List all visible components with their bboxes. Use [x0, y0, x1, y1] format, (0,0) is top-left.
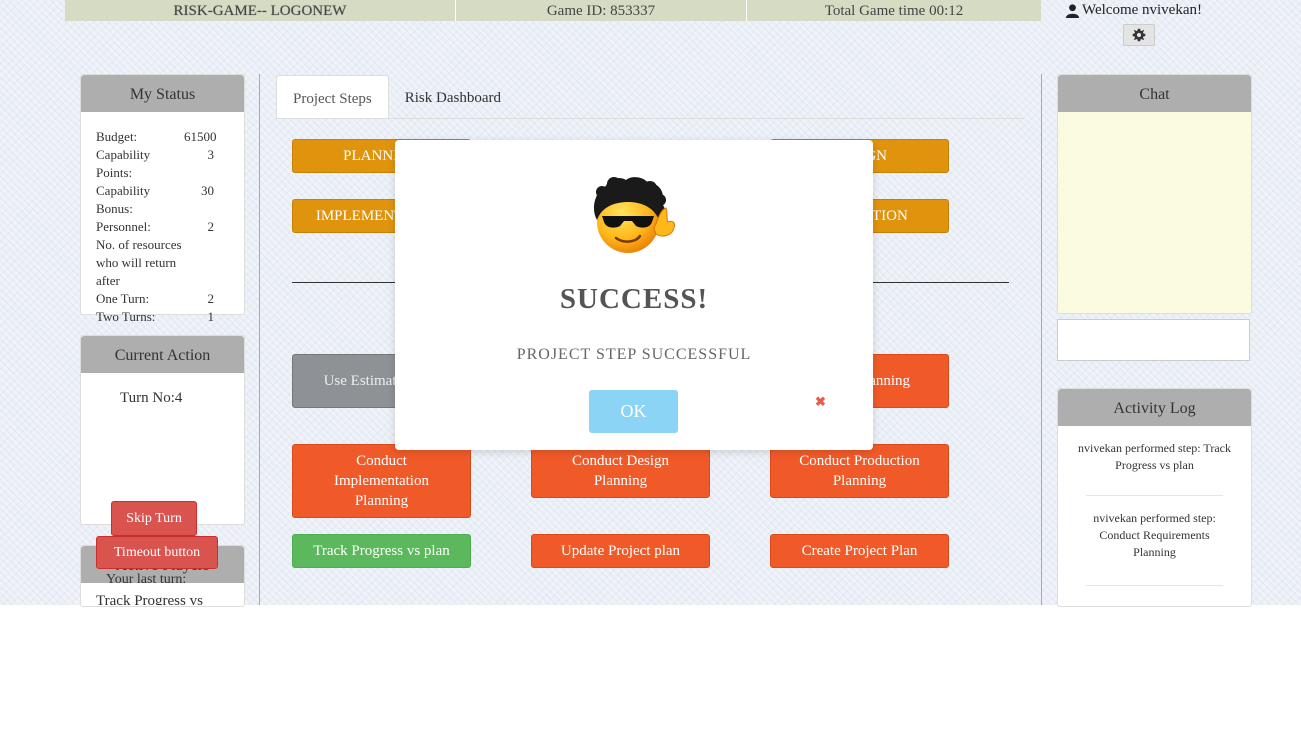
status-row-two-turns: Two Turns: 1: [96, 309, 214, 324]
tab-project-steps[interactable]: Project Steps: [276, 75, 389, 119]
settings-button[interactable]: [1123, 24, 1155, 46]
modal-message: PROJECT STEP SUCCESSFUL: [516, 346, 752, 363]
chat-messages-area: [1058, 112, 1251, 313]
activity-log-item: nvivekan performed step: Conduct Require…: [1093, 511, 1216, 559]
conduct-implementation-planning-button[interactable]: Conduct Implementation Planning: [292, 444, 471, 518]
turn-number: Turn No:4: [120, 390, 183, 406]
update-project-plan-button[interactable]: Update Project plan: [531, 534, 710, 568]
activity-log-separator: [1086, 585, 1223, 586]
cool-emoji-icon: [593, 177, 675, 253]
gear-icon: [1132, 28, 1146, 42]
status-row-personnel: Personnel: 2: [96, 219, 214, 234]
conduct-production-planning-button[interactable]: Conduct Production Planning: [770, 444, 949, 498]
activity-log-title: Activity Log: [1058, 389, 1251, 426]
tab-risk-dashboard[interactable]: Risk Dashboard: [389, 75, 517, 119]
status-row-budget: Budget: 61500: [96, 129, 217, 144]
close-icon[interactable]: ✖: [815, 394, 826, 410]
success-modal: SUCCESS! PROJECT STEP SUCCESSFUL OK ✖: [395, 140, 873, 450]
status-list: Budget: 61500 Capability Points: 3 Capabil…: [81, 112, 244, 326]
track-progress-button[interactable]: Track Progress vs plan: [292, 534, 471, 568]
status-row-capability-bonus: Capability Bonus: 30: [96, 183, 214, 216]
tab-underline: [276, 118, 1024, 119]
chat-input[interactable]: [1057, 319, 1250, 361]
game-id: Game ID: 853337: [456, 0, 747, 21]
welcome-text: Welcome nvivekan!: [1082, 2, 1202, 18]
status-row-capability-points: Capability Points: 3: [96, 147, 214, 180]
conduct-design-planning-button[interactable]: Conduct Design Planning: [531, 444, 710, 498]
total-game-time: Total Game time 00:12: [824, 3, 964, 19]
create-project-plan-button[interactable]: Create Project Plan: [770, 534, 949, 568]
my-status-title: My Status: [81, 75, 244, 112]
current-action-title: Current Action: [81, 336, 244, 373]
timeout-button[interactable]: Timeout button: [96, 536, 218, 569]
status-row-resources-return: No. of resources who will return after: [96, 237, 182, 288]
current-action-panel: Current Action Turn No:4: [80, 335, 245, 525]
chat-title: Chat: [1058, 75, 1251, 112]
last-turn-value: Track Progress vs: [96, 593, 203, 605]
tab-bar: Project Steps Risk Dashboard: [276, 75, 517, 119]
activity-log-item: nvivekan performed step: Track Progress …: [1078, 441, 1231, 472]
activity-log-list: nvivekan performed step: Track Progress …: [1058, 426, 1251, 586]
chat-panel: Chat: [1057, 74, 1252, 314]
activity-log-panel: Activity Log nvivekan performed step: Tr…: [1057, 388, 1252, 607]
skip-turn-button[interactable]: Skip Turn: [111, 501, 197, 536]
user-icon: [1065, 4, 1080, 18]
left-divider: [259, 74, 260, 605]
top-bar: RISK-GAME-- LOGONEW Game ID: 853337 Tota…: [65, 0, 1041, 21]
modal-title: SUCCESS!: [559, 283, 709, 315]
right-divider: [1041, 74, 1042, 605]
my-status-panel: My Status Budget: 61500 Capability Points…: [80, 74, 245, 324]
ok-button[interactable]: OK: [589, 390, 678, 433]
welcome-user[interactable]: Welcome nvivekan!: [1065, 2, 1202, 19]
status-row-one-turn: One Turn: 2: [96, 291, 214, 306]
last-turn-label: Your last turn:: [106, 572, 187, 587]
game-logo-text: RISK-GAME-- LOGONEW: [65, 0, 456, 21]
